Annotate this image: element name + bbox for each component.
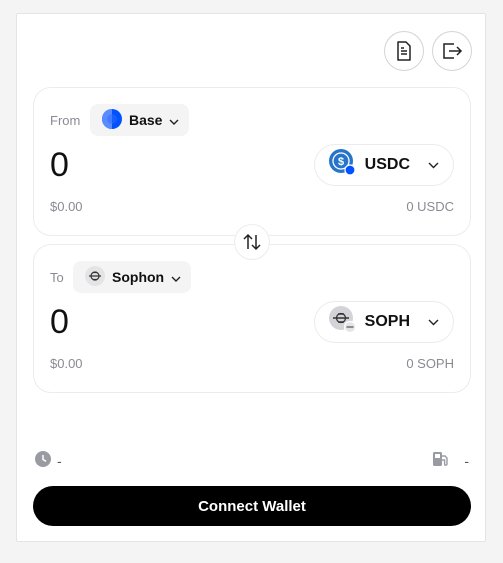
base-chain-icon: [102, 108, 122, 132]
sophon-chain-icon: [85, 265, 105, 289]
from-balance: 0 USDC: [406, 199, 454, 214]
document-icon[interactable]: [384, 31, 424, 71]
from-chain-selector[interactable]: Base: [90, 104, 190, 136]
estimated-time-value: -: [57, 452, 62, 469]
svg-text:$: $: [338, 156, 344, 168]
to-label: To: [50, 270, 64, 285]
chevron-down-icon: [428, 313, 439, 331]
usdc-icon: $: [328, 148, 357, 182]
logout-icon[interactable]: [432, 31, 472, 71]
to-chain-selector[interactable]: Sophon: [73, 261, 192, 293]
chevron-down-icon: [171, 269, 181, 285]
from-token-symbol: USDC: [364, 156, 410, 173]
clock-icon: [35, 451, 51, 470]
connect-wallet-button[interactable]: Connect Wallet: [33, 486, 471, 526]
from-token-selector[interactable]: $ USDC: [313, 144, 454, 186]
estimated-time: -: [35, 451, 62, 470]
to-token-selector[interactable]: SOPH: [313, 301, 454, 343]
from-amount-input[interactable]: [50, 146, 250, 185]
chevron-down-icon: [169, 112, 179, 128]
to-usd-value: $0.00: [50, 356, 83, 371]
from-chain-name: Base: [129, 112, 163, 128]
gas-pump-icon: [432, 451, 450, 470]
gas-fee-value: -: [464, 452, 469, 469]
to-token-symbol: SOPH: [364, 313, 410, 330]
swap-arrows-icon: [243, 233, 261, 251]
from-usd-value: $0.00: [50, 199, 83, 214]
to-panel: To Sophon SOPH $0.00 0 SOPH: [33, 244, 471, 393]
to-balance: 0 SOPH: [406, 356, 454, 371]
gas-fee: -: [432, 451, 469, 470]
from-label: From: [50, 113, 81, 128]
to-amount-input[interactable]: [50, 303, 250, 342]
chevron-down-icon: [428, 156, 439, 174]
swap-direction-button[interactable]: [234, 224, 270, 260]
to-chain-name: Sophon: [112, 269, 165, 285]
bridge-widget: From Base $ USDC $0.00 0 USDC To: [16, 13, 486, 542]
soph-icon: [328, 305, 357, 339]
from-panel: From Base $ USDC $0.00 0 USDC: [33, 87, 471, 236]
